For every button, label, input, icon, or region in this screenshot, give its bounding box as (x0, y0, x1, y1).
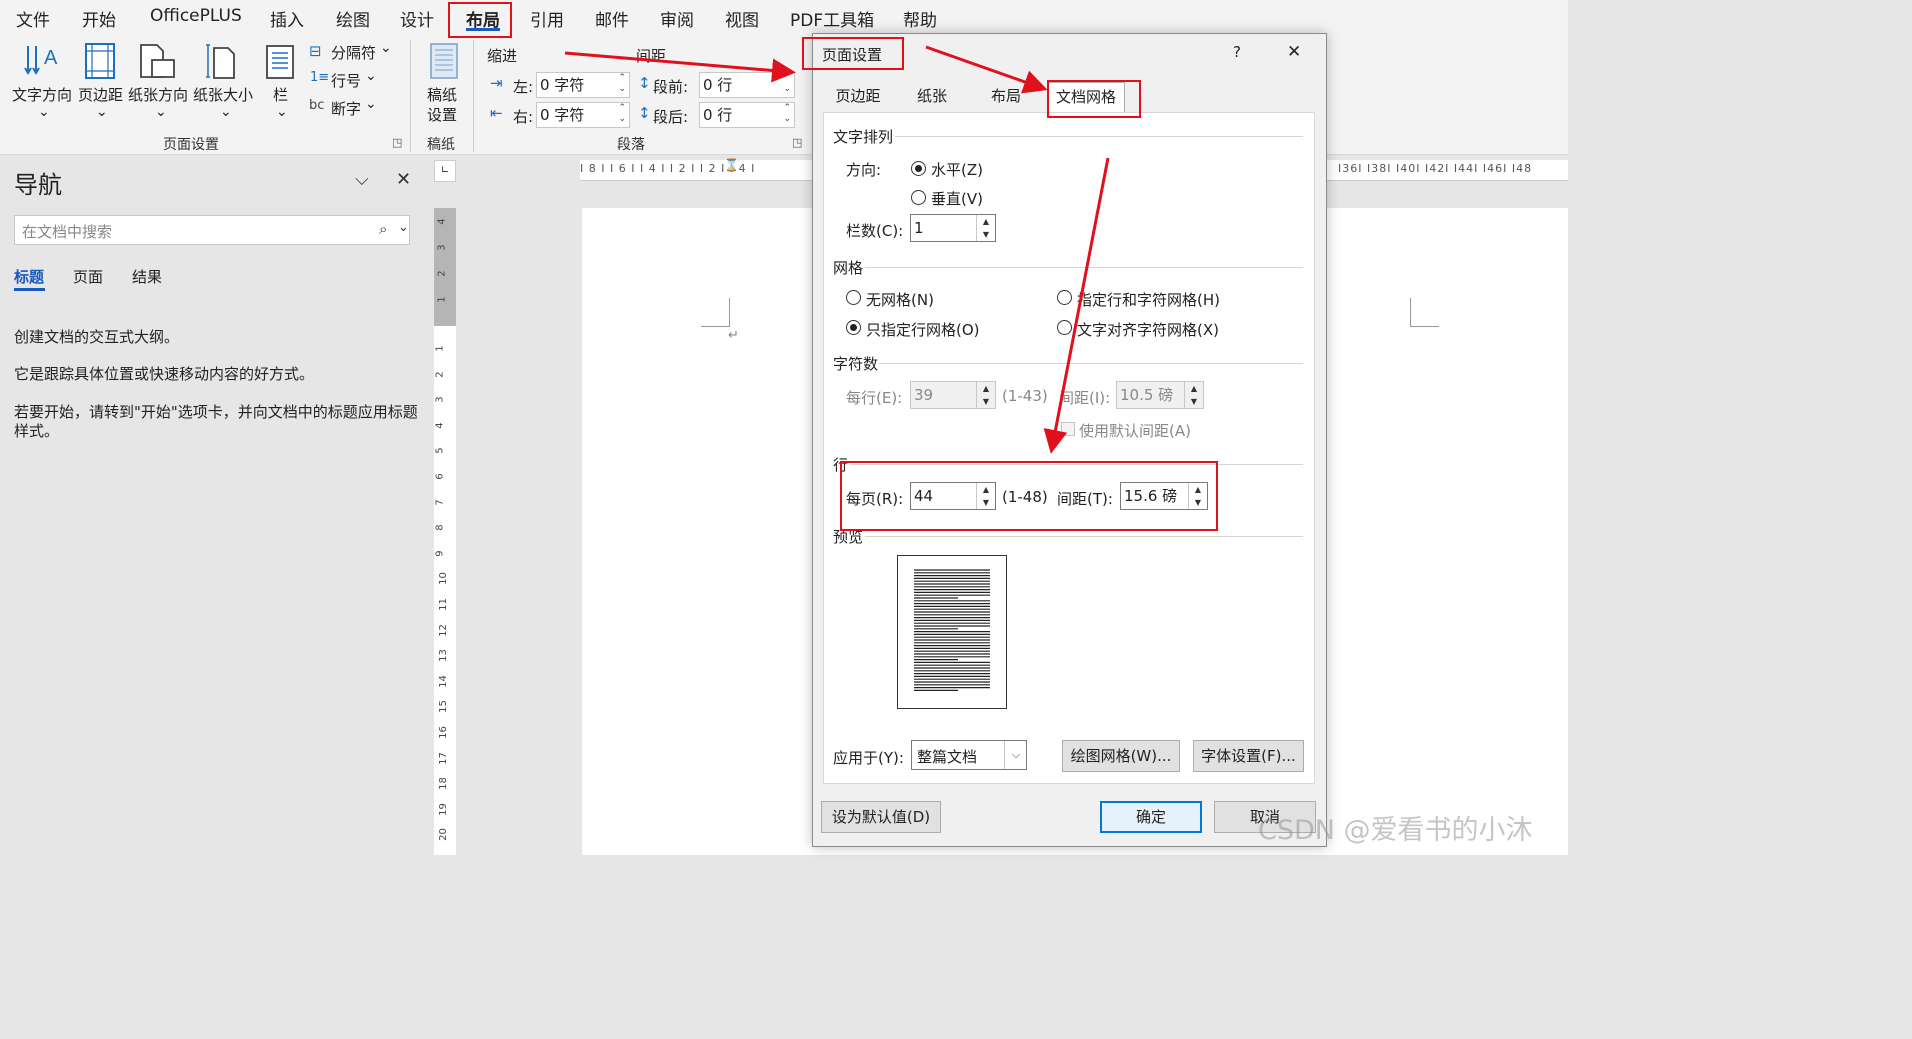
annotation-arrow (925, 45, 1048, 94)
annotation-arrows (564, 45, 1110, 454)
annotation-arrow (1043, 157, 1110, 454)
watermark: CSDN @爱看书的小沐 (1258, 815, 1533, 846)
annotation-arrow (564, 51, 796, 83)
